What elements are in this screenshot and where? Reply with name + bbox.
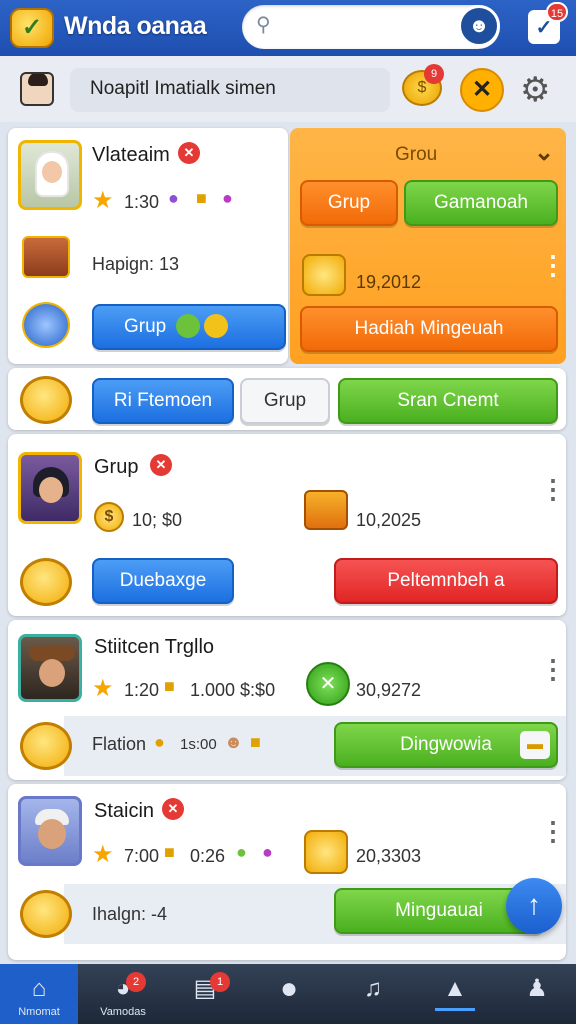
gem-icon <box>176 314 200 338</box>
close-icon[interactable]: ✕ <box>162 798 184 820</box>
sran-button[interactable]: Sran Cnemt <box>338 378 558 424</box>
nav-badge: 2 <box>126 972 146 992</box>
coin-icon: $ <box>94 502 124 532</box>
coin-stack-icon: ■ <box>196 188 207 208</box>
player-name: Staicin <box>94 800 155 822</box>
dingwowia-button[interactable]: Dingwowia ▬ <box>334 722 558 768</box>
trophy-icon: ▲ <box>443 975 467 1002</box>
star-icon: ★ <box>92 675 114 702</box>
eggplant-icon: ● <box>262 842 273 862</box>
nav-chart[interactable]: ▤ <box>166 964 244 1024</box>
player-extra: 1.000 $:$0 <box>190 680 276 700</box>
app-logo-icon[interactable]: ✓ <box>10 8 54 48</box>
cookie-icon: ● <box>154 732 165 752</box>
grape-icon: ● <box>168 188 179 208</box>
player-name: Vlateaim <box>92 144 170 166</box>
circle-icon: ● <box>279 972 299 1005</box>
nav-people[interactable]: ♟ <box>498 964 576 1024</box>
coin-stack-icon: ■ <box>250 732 261 752</box>
treasure-icon <box>22 302 70 348</box>
coin-badge-icon <box>20 890 72 938</box>
coin-purse-icon <box>302 254 346 296</box>
player-stat: 10; $0 <box>132 510 183 530</box>
avatar[interactable] <box>18 452 82 524</box>
music-icon: ♫ <box>364 975 382 1002</box>
nav-home[interactable]: ⌂ Nmomat <box>0 964 78 1024</box>
notification-badge: 15 <box>546 2 568 22</box>
coin-badge-icon <box>20 376 72 424</box>
nav-label: Nmomat <box>18 1006 60 1018</box>
player-value: 20,3303 <box>356 846 422 866</box>
duebaxge-button[interactable]: Duebaxge <box>92 558 234 604</box>
player-extra: 0:26 <box>190 846 226 866</box>
star-icon: ★ <box>92 841 114 868</box>
star-icon: ★ <box>92 187 114 214</box>
chevron-down-icon[interactable]: ⌄ <box>534 138 554 167</box>
peltemnbeh-button[interactable]: Peltemnbeh a <box>334 558 558 604</box>
row-label: Ihalgn: -4 <box>92 904 168 924</box>
close-button[interactable]: ✕ <box>460 68 504 112</box>
player-stat: 7:00 <box>124 846 160 866</box>
coins-badge: 9 <box>424 64 444 84</box>
nav-label: Vamodas <box>100 1006 146 1018</box>
grup-button[interactable]: Grup <box>240 378 330 424</box>
search-icon: ⚲ <box>256 14 271 36</box>
smile-icon <box>204 314 228 338</box>
ri-button[interactable]: Ri Ftemoen <box>92 378 234 424</box>
chart-icon: ▤ <box>193 975 217 1002</box>
people-icon: ♟ <box>526 975 548 1002</box>
nav-compass[interactable]: ◕ Vamodas <box>84 964 162 1024</box>
gamanoah-button[interactable]: Gamanoah <box>404 180 558 226</box>
close-icon[interactable]: ✕ <box>150 454 172 476</box>
eggplant-icon: ● <box>222 188 233 208</box>
row-stat: 1s:00 <box>180 736 217 753</box>
avatar[interactable] <box>18 796 82 866</box>
coin-stack-icon: ■ <box>164 676 175 696</box>
weekly-reward-button[interactable]: Hadiah Mingeuah <box>300 306 558 352</box>
compass-icon: ◕ <box>115 975 131 1002</box>
nav-music[interactable]: ♫ <box>334 964 412 1024</box>
avatar[interactable] <box>20 72 54 106</box>
coin-badge-icon <box>20 558 72 606</box>
face-icon: ☻ <box>224 732 243 752</box>
player-stat: 1:20 <box>124 680 160 700</box>
nav-badge: 1 <box>210 972 230 992</box>
active-indicator <box>435 1008 475 1011</box>
player-value: 30,9272 <box>356 680 422 700</box>
avatar[interactable] <box>18 634 82 702</box>
clover-icon: ✕ <box>306 662 350 706</box>
grup-button[interactable]: Grup <box>300 180 398 226</box>
row-label: Flation <box>92 734 147 754</box>
player-value: 10,2025 <box>356 510 422 530</box>
reward-label: Hapign: 13 <box>92 254 180 274</box>
gift-icon <box>304 490 348 530</box>
player-name: Grup <box>94 456 139 478</box>
token-icon: ▬ <box>520 731 550 759</box>
more-icon[interactable]: ⋮ <box>540 654 566 685</box>
more-icon[interactable]: ⋮ <box>540 474 566 505</box>
home-icon: ⌂ <box>31 975 47 1002</box>
player-name: Stiitcen Trgllo <box>94 636 215 658</box>
fruit-icon: ● <box>236 842 247 862</box>
close-icon[interactable]: ✕ <box>178 142 200 164</box>
profile-icon[interactable]: ☻ <box>458 5 500 47</box>
player-stat: 1:30 <box>124 192 160 212</box>
more-icon[interactable]: ⋮ <box>540 816 566 847</box>
status-field[interactable]: Noapitl Imatialk simen <box>70 68 390 112</box>
gear-icon[interactable]: ⚙ <box>520 70 550 110</box>
panel-title: Grou <box>395 144 438 165</box>
coin-badge-icon <box>20 722 72 770</box>
chest-icon <box>22 236 70 278</box>
app-title: Wnda oanaa <box>64 12 207 40</box>
coin-purse-icon <box>304 830 348 874</box>
coin-stack-icon: ■ <box>164 842 175 862</box>
nav-trophy[interactable]: ▲ <box>416 964 494 1024</box>
avatar[interactable] <box>18 140 82 210</box>
panel-amount: 19,2012 <box>356 272 422 292</box>
scroll-up-button[interactable]: ↑ <box>506 878 562 934</box>
more-icon[interactable]: ⋮ <box>540 250 566 281</box>
nav-circle[interactable]: ● <box>250 964 328 1024</box>
